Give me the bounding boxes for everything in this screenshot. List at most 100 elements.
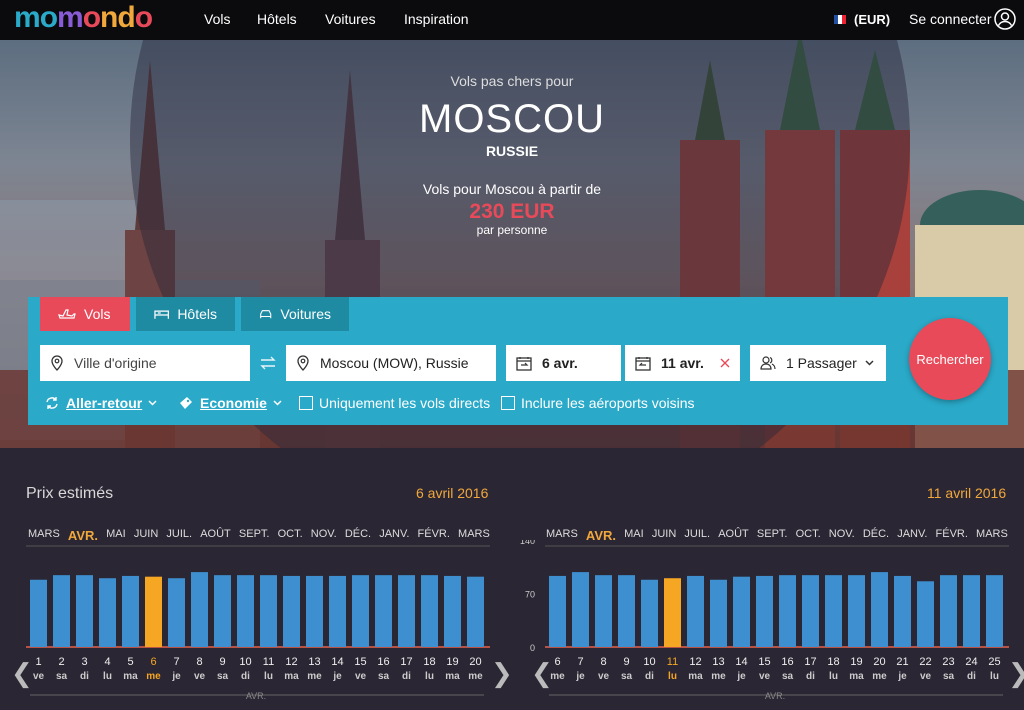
- day-number-label: 8: [196, 656, 202, 668]
- tab-hotels[interactable]: Hôtels: [136, 297, 235, 331]
- price-bar: [733, 576, 750, 647]
- weekday-label: me: [146, 671, 161, 682]
- return-date-value: 11 avr.: [661, 355, 704, 371]
- hero-price: 230 EUR: [469, 200, 555, 223]
- weekday-label: sa: [56, 671, 68, 682]
- day-number-label: 10: [643, 656, 655, 668]
- price-bar: [237, 575, 254, 647]
- day-number-label: 25: [988, 656, 1000, 668]
- search-button[interactable]: Rechercher: [909, 318, 991, 400]
- weekday-label: di: [241, 671, 250, 682]
- checkbox-box[interactable]: [299, 396, 313, 410]
- origin-field[interactable]: Ville d'origine: [40, 345, 250, 381]
- return-date-field[interactable]: 11 avr.: [625, 345, 740, 381]
- day-number-label: 9: [219, 656, 225, 668]
- price-bar: [122, 575, 139, 647]
- weekday-label: je: [736, 671, 746, 682]
- price-bar: [30, 579, 47, 647]
- price-bar: [779, 575, 796, 647]
- location-pin-icon: [297, 355, 309, 371]
- day-number-label: 17: [400, 656, 412, 668]
- tab-voitures[interactable]: Voitures: [241, 297, 349, 331]
- nav-hotels[interactable]: Hôtels: [257, 11, 297, 27]
- weekday-label: lu: [668, 671, 677, 682]
- hero-city: MOSCOU: [419, 97, 605, 141]
- day-number-label: 13: [308, 656, 320, 668]
- tab-vols-label: Vols: [84, 306, 111, 322]
- hero-country: RUSSIE: [485, 143, 539, 159]
- day-number-label: 14: [735, 656, 747, 668]
- currency-label: (EUR): [854, 12, 891, 27]
- destination-field[interactable]: Moscou (MOW), Russie: [286, 345, 496, 381]
- nav-inspiration[interactable]: Inspiration: [404, 11, 469, 27]
- cabin-class-select[interactable]: Economie: [178, 395, 282, 411]
- weekday-label: sa: [378, 671, 390, 682]
- user-icon[interactable]: [994, 8, 1016, 30]
- clear-date-icon[interactable]: [720, 358, 730, 368]
- passengers-value: 1 Passager: [786, 355, 857, 371]
- return-next-arrow[interactable]: ❯: [1008, 658, 1024, 689]
- cabin-class-value: Economie: [200, 395, 267, 411]
- return-prev-arrow[interactable]: ❮: [531, 658, 553, 689]
- weekday-label: sa: [621, 671, 633, 682]
- weekday-label: ve: [598, 671, 610, 682]
- price-bar: [444, 575, 461, 647]
- nearby-airports-checkbox[interactable]: Inclure les aéroports voisins: [501, 395, 695, 411]
- day-number-label: 12: [689, 656, 701, 668]
- price-bar: [306, 575, 323, 647]
- weekday-label: ma: [123, 671, 138, 682]
- outbound-next-arrow[interactable]: ❯: [491, 658, 513, 689]
- price-bar: [641, 579, 658, 647]
- weekday-label: je: [575, 671, 585, 682]
- day-number-label: 6: [554, 656, 560, 668]
- day-number-label: 24: [965, 656, 977, 668]
- depart-date-value: 6 avr.: [542, 355, 578, 371]
- momondo-logo[interactable]: momondo: [14, 1, 153, 34]
- price-bar: [421, 575, 438, 647]
- weekday-label: ma: [445, 671, 460, 682]
- swap-icon[interactable]: [259, 356, 277, 370]
- price-bar: [802, 575, 819, 647]
- day-number-label: 15: [758, 656, 770, 668]
- trip-type-value: Aller-retour: [66, 395, 143, 411]
- weekday-label: lu: [990, 671, 999, 682]
- day-number-label: 20: [469, 656, 481, 668]
- checkbox-box[interactable]: [501, 396, 515, 410]
- weekday-label: je: [332, 671, 342, 682]
- logo-letter: o: [39, 1, 58, 34]
- price-bar: [549, 575, 566, 647]
- price-bar: [99, 578, 116, 647]
- passenger-icon: [760, 356, 776, 370]
- tab-vols[interactable]: Vols: [40, 297, 130, 331]
- weekday-label: lu: [425, 671, 434, 682]
- top-navbar: momondo Vols Hôtels Voitures Inspiration…: [0, 0, 1024, 40]
- nav-voitures[interactable]: Voitures: [325, 11, 376, 27]
- weekday-label: ve: [33, 671, 45, 682]
- day-number-label: 5: [127, 656, 133, 668]
- day-number-label: 2: [58, 656, 64, 668]
- day-number-label: 23: [942, 656, 954, 668]
- y-tick-label: 70: [525, 590, 535, 600]
- price-bar: [283, 575, 300, 647]
- nav-vols[interactable]: Vols: [204, 11, 230, 27]
- trip-type-select[interactable]: Aller-retour: [44, 395, 157, 411]
- login-link[interactable]: Se connecter: [909, 11, 992, 27]
- passengers-select[interactable]: 1 Passager: [750, 345, 886, 381]
- price-bar: [871, 572, 888, 647]
- price-bar: [53, 575, 70, 647]
- direct-flights-checkbox[interactable]: Uniquement les vols directs: [299, 395, 490, 411]
- day-number-label: 21: [896, 656, 908, 668]
- weekday-label: me: [307, 671, 322, 682]
- outbound-prev-arrow[interactable]: ❮: [11, 658, 33, 689]
- currency-selector[interactable]: (EUR): [834, 12, 890, 27]
- day-number-label: 11: [263, 656, 274, 668]
- weekday-label: me: [872, 671, 887, 682]
- day-number-label: 18: [827, 656, 839, 668]
- weekday-label: ma: [849, 671, 864, 682]
- price-bar: [145, 576, 162, 647]
- depart-date-field[interactable]: 6 avr.: [506, 345, 621, 381]
- day-number-label: 8: [600, 656, 606, 668]
- day-number-label: 19: [446, 656, 458, 668]
- price-bar: [756, 575, 773, 647]
- price-bar: [963, 575, 980, 647]
